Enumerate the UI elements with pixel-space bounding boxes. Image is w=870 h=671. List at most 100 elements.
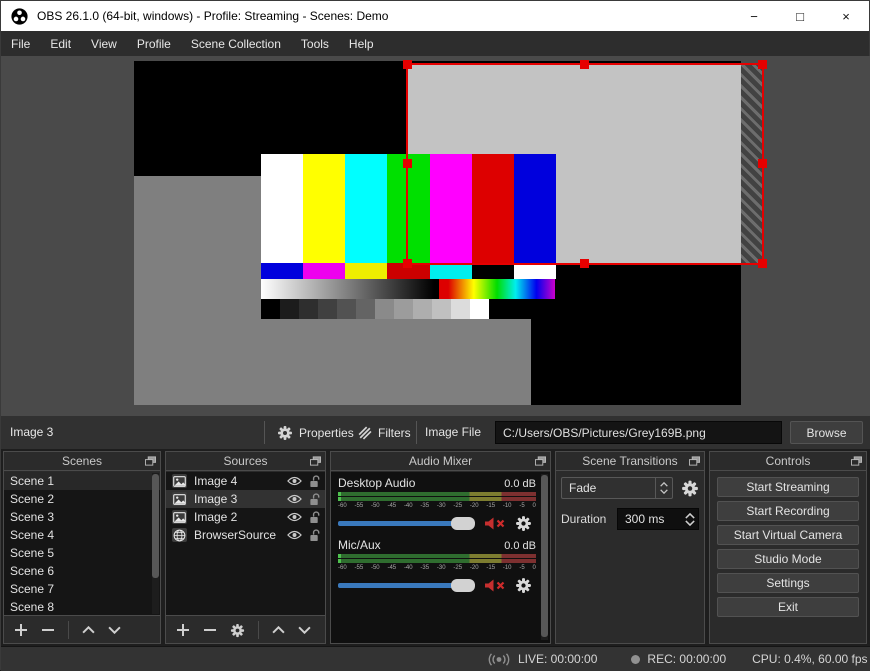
settings-button[interactable]: Settings (717, 573, 859, 593)
menu-bar: File Edit View Profile Scene Collection … (1, 31, 869, 56)
selection-handle[interactable] (403, 259, 412, 268)
scrollbar-thumb[interactable] (541, 475, 548, 637)
mute-button-speaker-muted-icon[interactable] (484, 516, 506, 531)
eye-icon[interactable] (287, 512, 302, 522)
scenes-panel-header: Scenes (4, 452, 160, 471)
maximize-button[interactable]: □ (777, 1, 823, 31)
source-list-item[interactable]: Image 3 (166, 490, 325, 508)
selection-handle[interactable] (403, 159, 412, 168)
start-recording-button[interactable]: Start Recording (717, 501, 859, 521)
audio-mixer-header: Audio Mixer (331, 452, 550, 471)
menu-scene-collection[interactable]: Scene Collection (181, 31, 291, 56)
scene-move-up-button[interactable] (82, 626, 95, 634)
start-streaming-button[interactable]: Start Streaming (717, 477, 859, 497)
source-list-item[interactable]: BrowserSource (166, 526, 325, 544)
channel-db-value: 0.0 dB (504, 478, 536, 490)
start-virtual-camera-button[interactable]: Start Virtual Camera (717, 525, 859, 545)
selection-handle[interactable] (758, 259, 767, 268)
selection-handle[interactable] (758, 60, 767, 69)
combo-spinner[interactable] (654, 478, 672, 498)
menu-view[interactable]: View (81, 31, 127, 56)
properties-button[interactable]: Properties (277, 420, 354, 445)
volume-slider-handle[interactable] (451, 578, 475, 592)
scene-list-item[interactable]: Scene 6 (4, 562, 160, 580)
meter-tick-label: -10 (502, 503, 512, 509)
scene-list-item[interactable]: Scene 5 (4, 544, 160, 562)
image-file-label: Image File (425, 425, 482, 439)
minimize-button[interactable]: − (731, 1, 777, 31)
dock-float-icon (851, 456, 862, 466)
menu-tools[interactable]: Tools (291, 31, 339, 56)
channel-settings-gear-icon[interactable] (515, 577, 532, 594)
scene-list-item[interactable]: Scene 2 (4, 490, 160, 508)
close-button[interactable]: × (823, 1, 869, 31)
selection-handle[interactable] (758, 159, 767, 168)
meter-tick-label: -20 (469, 503, 479, 509)
image-file-input[interactable] (495, 421, 782, 444)
volume-slider[interactable] (338, 516, 475, 530)
obs-window: OBS 26.1.0 (64-bit, windows) - Profile: … (0, 0, 870, 671)
image-icon (173, 511, 186, 523)
duration-value: 300 ms (625, 512, 665, 526)
exit-button[interactable]: Exit (717, 597, 859, 617)
scene-transitions-panel: Scene Transitions Fade Duration 300 ms (555, 451, 705, 644)
eye-icon[interactable] (287, 476, 302, 486)
duration-spinbox[interactable]: 300 ms (617, 508, 699, 530)
eye-icon[interactable] (287, 530, 302, 540)
controls-panel-header: Controls (710, 452, 866, 471)
source-list-item[interactable]: Image 4 (166, 472, 325, 490)
transition-settings-gear-icon[interactable] (681, 479, 699, 498)
mixer-scrollbar[interactable] (541, 474, 548, 640)
sources-toolbar (166, 617, 325, 643)
meter-tick-label: -40 (403, 565, 413, 571)
filters-button[interactable]: Filters (357, 420, 411, 445)
add-scene-button[interactable] (14, 623, 28, 637)
source-move-up-button[interactable] (272, 626, 285, 634)
source-properties-button[interactable] (230, 623, 245, 638)
menu-edit[interactable]: Edit (40, 31, 81, 56)
selection-handle[interactable] (580, 259, 589, 268)
globe-icon (173, 529, 186, 541)
unlock-icon[interactable] (309, 492, 320, 506)
transition-select[interactable]: Fade (561, 477, 673, 499)
source-list-item[interactable]: Image 2 (166, 508, 325, 526)
meter-tick-label: -15 (486, 565, 496, 571)
source-move-down-button[interactable] (298, 626, 311, 634)
selection-handle[interactable] (403, 60, 412, 69)
scene-list-item[interactable]: Scene 7 (4, 580, 160, 598)
add-source-button[interactable] (176, 623, 190, 637)
selection-handle[interactable] (580, 60, 589, 69)
scene-list-item[interactable]: Scene 4 (4, 526, 160, 544)
browse-button[interactable]: Browse (790, 421, 863, 444)
menu-file[interactable]: File (1, 31, 40, 56)
plus-icon (15, 624, 27, 636)
unlock-icon[interactable] (309, 510, 320, 524)
eye-icon[interactable] (287, 494, 302, 504)
smpte-step-row (261, 299, 556, 319)
meter-tick-label: -40 (403, 503, 413, 509)
unlock-icon[interactable] (309, 528, 320, 542)
studio-mode-button[interactable]: Studio Mode (717, 549, 859, 569)
duration-spinner[interactable] (682, 512, 698, 526)
menu-help[interactable]: Help (339, 31, 384, 56)
channel-settings-gear-icon[interactable] (515, 515, 532, 532)
scrollbar-thumb[interactable] (152, 474, 159, 578)
menu-profile[interactable]: Profile (127, 31, 181, 56)
volume-slider[interactable] (338, 578, 475, 592)
broadcast-icon (488, 652, 510, 666)
unlock-icon[interactable] (309, 474, 320, 488)
selection-rectangle[interactable] (403, 60, 767, 268)
scenes-scrollbar[interactable] (152, 473, 159, 614)
scene-list-item[interactable]: Scene 8 (4, 598, 160, 615)
mute-button-speaker-muted-icon[interactable] (484, 578, 506, 593)
scene-transitions-header: Scene Transitions (556, 452, 704, 471)
meter-tick-label: 0 (532, 503, 536, 509)
remove-source-button[interactable] (203, 623, 217, 637)
status-bar: LIVE: 00:00:00 REC: 00:00:00 CPU: 0.4%, … (1, 646, 870, 671)
scene-list-item[interactable]: Scene 3 (4, 508, 160, 526)
scene-move-down-button[interactable] (108, 626, 121, 634)
volume-slider-handle[interactable] (451, 516, 475, 530)
remove-scene-button[interactable] (41, 623, 55, 637)
meter-tick-label: -60 (338, 503, 347, 509)
scene-list-item[interactable]: Scene 1 (4, 472, 160, 490)
